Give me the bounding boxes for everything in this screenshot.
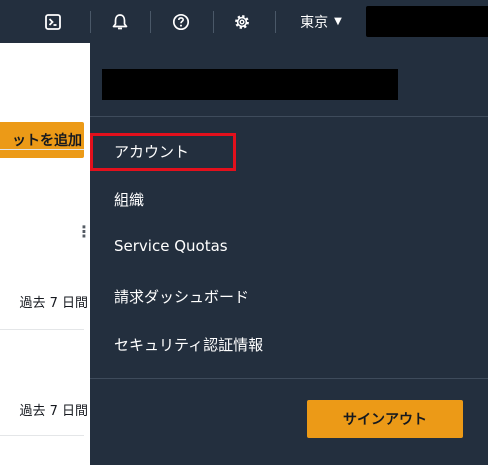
account-menu-button[interactable] (366, 6, 488, 37)
settings-gear-icon[interactable] (229, 0, 255, 43)
nav-divider (90, 11, 91, 33)
background-content: ットを追加 ⋮ 過去 7 日間 過去 7 日間 (0, 43, 92, 465)
sign-out-button[interactable]: サインアウト (307, 400, 463, 438)
menu-divider (90, 378, 488, 379)
menu-divider (90, 116, 488, 117)
account-dropdown-menu: アカウント 組織 Service Quotas 請求ダッシュボード セキュリティ… (90, 43, 488, 465)
region-selector[interactable]: 東京 ▼ (290, 0, 352, 43)
divider (0, 435, 84, 436)
period-label: 過去 7 日間 (19, 404, 88, 419)
kebab-menu-icon[interactable]: ⋮ (76, 223, 92, 243)
caret-down-icon: ▼ (334, 16, 342, 27)
region-label: 東京 (300, 14, 329, 31)
top-navigation-bar: 東京 ▼ (0, 0, 488, 43)
help-icon[interactable] (168, 0, 194, 43)
nav-divider (213, 11, 214, 33)
divider (0, 329, 84, 330)
period-label: 過去 7 日間 (19, 296, 88, 311)
account-name-redacted (102, 69, 398, 100)
add-widget-button[interactable]: ットを追加 (0, 122, 84, 158)
highlight-box (90, 133, 236, 171)
menu-item-organizations[interactable]: 組織 (114, 189, 144, 210)
divider (0, 149, 84, 150)
nav-divider (150, 11, 151, 33)
notifications-bell-icon[interactable] (107, 0, 133, 43)
nav-divider (275, 11, 276, 33)
menu-item-service-quotas[interactable]: Service Quotas (114, 237, 228, 255)
menu-item-security-credentials[interactable]: セキュリティ認証情報 (114, 334, 263, 355)
menu-item-billing-dashboard[interactable]: 請求ダッシュボード (114, 286, 249, 307)
cloudshell-icon[interactable] (40, 0, 66, 43)
console-page: 東京 ▼ ットを追加 ⋮ 過去 7 日間 過去 7 日間 アカウント 組織 Se… (0, 0, 488, 465)
